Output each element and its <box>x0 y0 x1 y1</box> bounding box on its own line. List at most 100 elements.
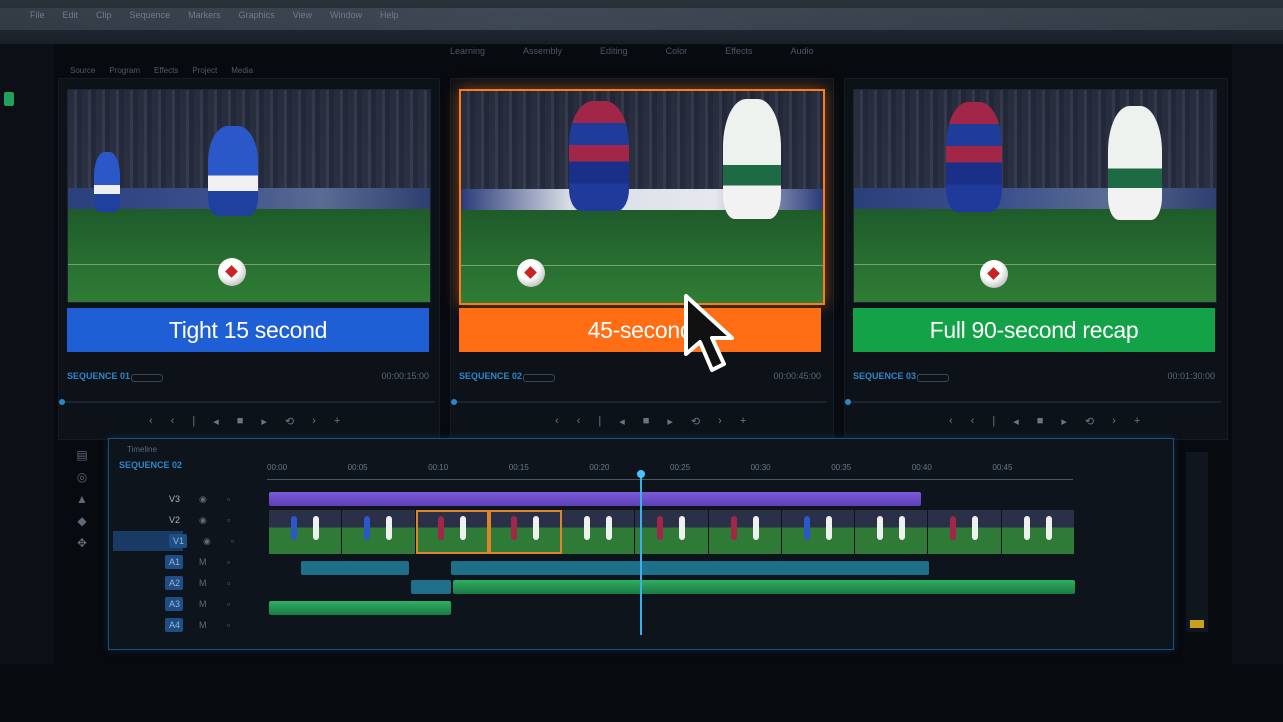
add-icon[interactable]: + <box>1134 415 1140 428</box>
preview-label-1[interactable]: Tight 15 second <box>67 308 429 352</box>
lock-icon[interactable]: ▫ <box>227 494 230 504</box>
track-select-icon[interactable]: ◎ <box>77 470 87 484</box>
menu-help[interactable]: Help <box>380 10 399 20</box>
zoom-slider[interactable] <box>917 374 949 382</box>
track-header-a2[interactable]: A2 M ▫ <box>109 573 265 593</box>
mute-icon[interactable]: M <box>199 599 207 609</box>
play-icon[interactable]: ▸ <box>1061 415 1067 428</box>
menu-edit[interactable]: Edit <box>63 10 79 20</box>
tab-media[interactable]: Media <box>231 66 253 75</box>
playhead[interactable] <box>636 470 645 635</box>
lock-icon[interactable]: ▫ <box>227 515 230 525</box>
prev-frame-icon[interactable]: ‹ <box>171 415 175 428</box>
timeline-sequence-name[interactable]: SEQUENCE 02 <box>119 460 182 470</box>
step-back-icon[interactable]: ‹ <box>555 415 559 428</box>
tab-effects[interactable]: Effects <box>725 46 752 56</box>
mark-in-icon[interactable]: | <box>192 415 195 428</box>
menu-window[interactable]: Window <box>330 10 362 20</box>
clip-thumbnail[interactable] <box>635 510 709 554</box>
tab-effects-panel[interactable]: Effects <box>154 66 178 75</box>
ripple-edit-icon[interactable]: ▲ <box>76 492 88 506</box>
eye-icon[interactable]: ◉ <box>199 515 207 526</box>
zoom-slider[interactable] <box>131 374 163 382</box>
track-header-v2[interactable]: V2 ◉ ▫ <box>109 510 265 530</box>
play-reverse-icon[interactable]: ◂ <box>1013 415 1019 428</box>
menu-markers[interactable]: Markers <box>188 10 221 20</box>
selection-tool-icon[interactable]: ▤ <box>76 448 87 462</box>
mute-icon[interactable]: M <box>199 620 207 630</box>
prev-frame-icon[interactable]: ‹ <box>971 415 975 428</box>
music-clip[interactable] <box>269 601 451 615</box>
clip-thumbnail[interactable] <box>1001 510 1075 554</box>
next-frame-icon[interactable]: › <box>718 415 722 428</box>
clip-thumbnail[interactable] <box>488 510 563 554</box>
track-header-v3[interactable]: V3 ◉ ▫ <box>109 489 265 509</box>
eye-icon[interactable]: ◉ <box>203 536 211 547</box>
menu-graphics[interactable]: Graphics <box>239 10 275 20</box>
play-reverse-icon[interactable]: ◂ <box>213 415 219 428</box>
audio-clip[interactable] <box>451 561 929 575</box>
tab-source[interactable]: Source <box>70 66 95 75</box>
prev-frame-icon[interactable]: ‹ <box>577 415 581 428</box>
menu-file[interactable]: File <box>30 10 45 20</box>
track-header-v1[interactable]: V1 ◉ ▫ <box>113 531 234 551</box>
scrub-bar[interactable] <box>451 399 827 405</box>
preview-label-2[interactable]: 45-second <box>459 308 821 352</box>
adjustment-clip[interactable] <box>269 492 921 506</box>
audio-clip[interactable] <box>411 580 451 594</box>
play-reverse-icon[interactable]: ◂ <box>619 415 625 428</box>
preview-label-3[interactable]: Full 90-second recap <box>853 308 1215 352</box>
lock-icon[interactable]: ▫ <box>227 578 230 588</box>
scrub-bar[interactable] <box>845 399 1221 405</box>
add-icon[interactable]: + <box>740 415 746 428</box>
music-clip[interactable] <box>453 580 1075 594</box>
eye-icon[interactable]: ◉ <box>199 494 207 505</box>
clip-thumbnail[interactable] <box>928 510 1002 554</box>
next-frame-icon[interactable]: › <box>1112 415 1116 428</box>
lock-icon[interactable]: ▫ <box>231 536 234 546</box>
razor-tool-icon[interactable]: ◆ <box>77 514 86 528</box>
clip-thumbnail[interactable] <box>415 510 489 554</box>
clip-thumbnail[interactable] <box>781 510 856 554</box>
tab-assembly[interactable]: Assembly <box>523 46 562 56</box>
track-header-a1[interactable]: A1 M ▫ <box>109 552 265 572</box>
audio-clip[interactable] <box>301 561 409 575</box>
add-icon[interactable]: + <box>334 415 340 428</box>
menu-view[interactable]: View <box>293 10 312 20</box>
mark-in-icon[interactable]: | <box>598 415 601 428</box>
preview-frame-1[interactable] <box>67 89 431 303</box>
video-track-v1[interactable] <box>269 510 1075 554</box>
preview-frame-3[interactable] <box>853 89 1217 303</box>
hand-tool-icon[interactable]: ✥ <box>77 536 87 550</box>
play-icon[interactable]: ▸ <box>261 415 267 428</box>
lock-icon[interactable]: ▫ <box>227 599 230 609</box>
clip-thumbnail[interactable] <box>855 510 929 554</box>
menu-clip[interactable]: Clip <box>96 10 112 20</box>
next-frame-icon[interactable]: › <box>312 415 316 428</box>
menu-sequence[interactable]: Sequence <box>130 10 171 20</box>
clip-thumbnail[interactable] <box>342 510 416 554</box>
mute-icon[interactable]: M <box>199 578 207 588</box>
stop-icon[interactable]: ■ <box>643 415 650 428</box>
stop-icon[interactable]: ■ <box>1037 415 1044 428</box>
preview-frame-2[interactable] <box>459 89 825 305</box>
clip-thumbnail[interactable] <box>269 510 343 554</box>
loop-icon[interactable]: ⟲ <box>691 415 700 428</box>
zoom-slider[interactable] <box>523 374 555 382</box>
stop-icon[interactable]: ■ <box>237 415 244 428</box>
tab-color[interactable]: Color <box>666 46 688 56</box>
clip-thumbnail[interactable] <box>562 510 636 554</box>
loop-icon[interactable]: ⟲ <box>1085 415 1094 428</box>
scrub-bar[interactable] <box>59 399 435 405</box>
clip-thumbnail[interactable] <box>708 510 782 554</box>
mute-icon[interactable]: M <box>199 557 207 567</box>
mark-in-icon[interactable]: | <box>992 415 995 428</box>
step-back-icon[interactable]: ‹ <box>149 415 153 428</box>
lock-icon[interactable]: ▫ <box>227 620 230 630</box>
step-back-icon[interactable]: ‹ <box>949 415 953 428</box>
track-header-a4[interactable]: A4 M ▫ <box>109 615 265 635</box>
tab-editing[interactable]: Editing <box>600 46 628 56</box>
tab-project[interactable]: Project <box>192 66 217 75</box>
tab-program[interactable]: Program <box>109 66 140 75</box>
loop-icon[interactable]: ⟲ <box>285 415 294 428</box>
